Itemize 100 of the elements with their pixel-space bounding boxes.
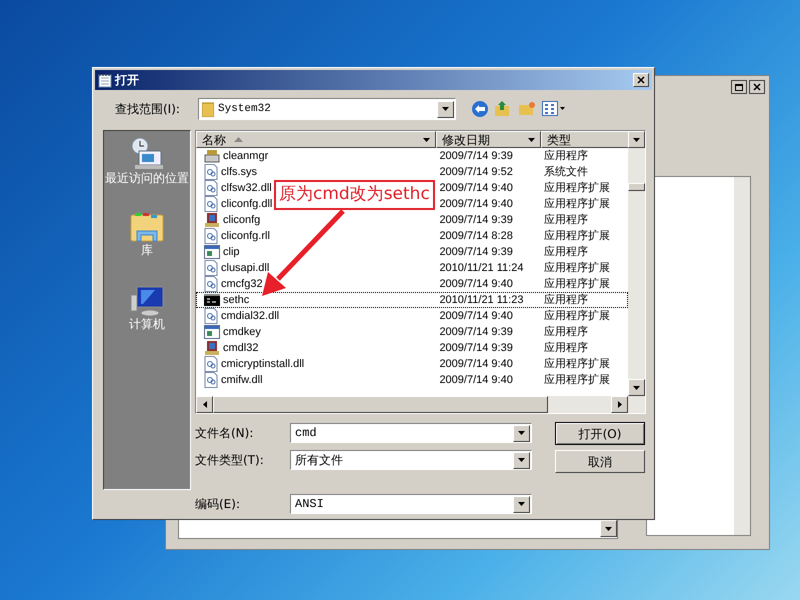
file-icon <box>204 196 218 212</box>
location-text: System32 <box>218 102 271 117</box>
combo-box[interactable]: ANSI <box>290 494 532 514</box>
dropdown-button[interactable] <box>600 520 617 537</box>
combo-box[interactable]: cmd <box>290 423 532 443</box>
file-type: 应用程序 <box>543 246 590 258</box>
file-date: 2009/7/14 9:40 <box>438 278 514 290</box>
dropdown-button[interactable] <box>513 452 530 468</box>
up-folder-icon[interactable] <box>494 100 512 118</box>
places-item[interactable]: 库 <box>105 211 189 281</box>
dropdown-caret-icon <box>423 138 430 142</box>
vertical-scrollbar[interactable] <box>628 131 645 396</box>
file-name[interactable]: cliconfg <box>223 214 260 226</box>
file-name[interactable]: cmdl32 <box>223 342 258 354</box>
file-date: 2009/7/14 8:28 <box>438 230 514 242</box>
file-type: 系统文件 <box>543 166 590 178</box>
window-title: 打开 <box>115 72 139 89</box>
file-date: 2009/7/14 9:39 <box>438 246 514 258</box>
column-header[interactable]: 名称 <box>196 131 436 148</box>
combo-box[interactable]: 所有文件 <box>290 450 532 470</box>
window-icon <box>204 245 220 259</box>
file-icon <box>204 180 218 196</box>
file-icon <box>204 276 218 292</box>
file-name[interactable]: cmicryptinstall.dll <box>221 358 304 370</box>
places-item[interactable]: 最近访问的位置 <box>105 137 189 207</box>
look-in-label: 查找范围(I): <box>115 101 181 118</box>
dropdown-button[interactable] <box>628 379 645 396</box>
file-name[interactable]: cliconfg.dll <box>221 198 272 210</box>
file-type: 应用程序扩展 <box>543 310 612 322</box>
file-icon <box>204 164 218 180</box>
dialog-button[interactable]: 打开(O) <box>555 422 645 445</box>
file-name[interactable]: cmcfg32 <box>221 278 263 290</box>
scroll-thumb[interactable] <box>628 183 645 191</box>
file-name[interactable]: clip <box>223 246 240 258</box>
file-icon <box>204 308 218 324</box>
dropdown-button[interactable] <box>513 496 530 512</box>
file-name[interactable]: sethc <box>223 294 250 306</box>
file-name[interactable]: cmdial32.dll <box>221 310 280 322</box>
recent-places-icon <box>129 137 165 171</box>
selected-file-row[interactable]: sethc 2010/11/21 11:23 应用程序 <box>196 292 628 308</box>
file-type: 应用程序 <box>543 294 590 306</box>
folder-icon <box>202 101 214 117</box>
file-name[interactable]: cleanmgr <box>223 150 268 162</box>
dropdown-caret-icon <box>528 138 535 142</box>
file-type: 应用程序 <box>543 214 590 226</box>
back-button[interactable] <box>472 101 488 117</box>
file-type: 应用程序扩展 <box>543 374 612 386</box>
file-date: 2009/7/14 9:52 <box>438 166 514 178</box>
caret-icon <box>633 138 640 142</box>
field-label: 编码(E): <box>195 496 241 513</box>
maximize-button[interactable] <box>731 80 747 94</box>
column-header[interactable]: 类型 <box>541 131 629 148</box>
file-icon <box>204 356 218 372</box>
file-date: 2009/7/14 9:39 <box>438 150 514 162</box>
dropdown-button[interactable] <box>513 424 530 442</box>
caret-icon <box>518 502 525 506</box>
file-date: 2009/7/14 9:40 <box>438 358 514 370</box>
file-type: 应用程序扩展 <box>543 358 612 370</box>
file-date: 2009/7/14 9:39 <box>438 326 514 338</box>
left-arrow-icon <box>202 401 206 408</box>
computer-icon <box>129 285 165 317</box>
caret-icon <box>518 458 525 462</box>
file-icon <box>204 260 218 276</box>
close-icon <box>753 83 761 91</box>
close-icon <box>637 76 645 84</box>
file-name[interactable]: cmifw.dll <box>221 374 263 386</box>
annotation-label: 原为cmd改为sethc <box>274 180 435 210</box>
file-name[interactable]: clfsw32.dll <box>221 182 272 194</box>
caret-icon <box>442 107 449 111</box>
view-menu-icon[interactable] <box>542 101 566 117</box>
dialog-button[interactable]: 取消 <box>555 450 645 473</box>
caret-icon <box>518 431 525 435</box>
close-button[interactable] <box>749 80 765 94</box>
file-type: 应用程序扩展 <box>543 262 612 274</box>
horizontal-scrollbar[interactable] <box>196 396 645 413</box>
file-name[interactable]: clfs.sys <box>221 166 258 178</box>
file-date: 2009/7/14 9:40 <box>438 182 514 194</box>
notepad-icon <box>98 72 112 88</box>
dropdown-button[interactable] <box>437 100 454 118</box>
setup-icon <box>204 212 220 228</box>
field-label: 文件名(N): <box>195 425 254 442</box>
location-combo[interactable]: System32 <box>198 98 456 120</box>
file-type: 应用程序 <box>543 342 590 354</box>
right-arrow-icon <box>618 401 622 408</box>
scrollbar[interactable] <box>734 177 750 535</box>
column-header[interactable]: 修改日期 <box>436 131 541 148</box>
field-label: 文件类型(T): <box>195 452 265 469</box>
file-type: 应用程序 <box>543 326 590 338</box>
file-date: 2009/7/14 9:39 <box>438 214 514 226</box>
combo-box[interactable] <box>178 519 618 539</box>
places-item[interactable]: 计算机 <box>105 285 189 355</box>
file-type: 应用程序扩展 <box>543 230 612 242</box>
scroll-thumb[interactable] <box>213 396 548 413</box>
file-name[interactable]: clusapi.dll <box>221 262 270 274</box>
dropdown-button[interactable] <box>628 131 645 148</box>
file-name[interactable]: cliconfg.rll <box>221 230 270 242</box>
setup-icon <box>204 340 220 356</box>
file-name[interactable]: cmdkey <box>223 326 261 338</box>
file-icon <box>204 228 218 244</box>
file-type: 应用程序扩展 <box>543 278 612 290</box>
